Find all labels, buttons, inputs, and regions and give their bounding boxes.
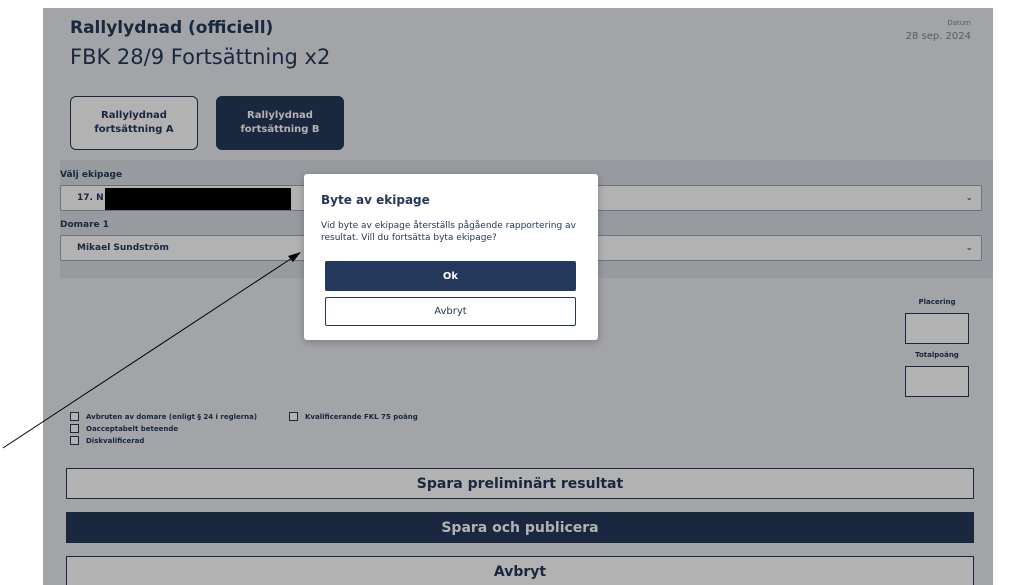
dialog-cancel-button[interactable]: Avbryt — [325, 297, 576, 326]
dialog-title: Byte av ekipage — [321, 193, 430, 207]
dialog-ok-button[interactable]: Ok — [325, 261, 576, 291]
dialog-message: Vid byte av ekipage återställs pågående … — [321, 221, 576, 243]
screen: Rallylydnad (officiell) FBK 28/9 Fortsät… — [0, 0, 1015, 585]
confirm-dialog: Byte av ekipage Vid byte av ekipage åter… — [304, 174, 598, 340]
